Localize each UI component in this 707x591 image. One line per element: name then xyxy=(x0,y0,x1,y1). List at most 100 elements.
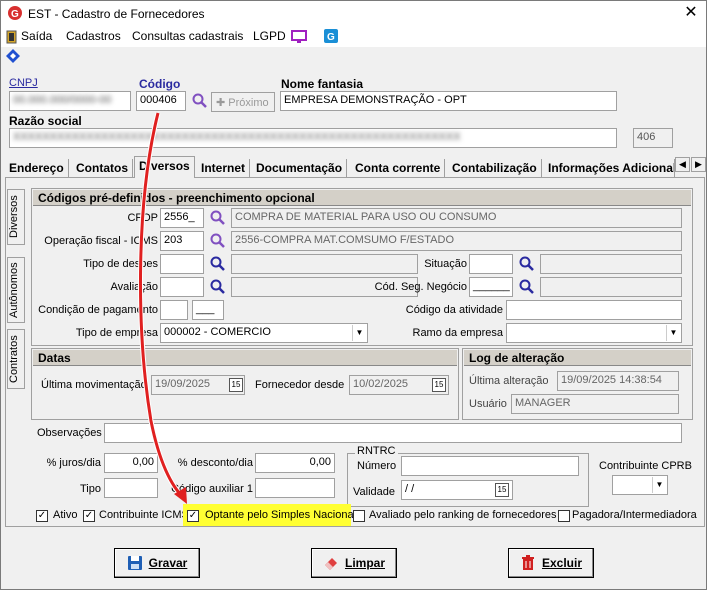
tab-documentacao[interactable]: Documentação xyxy=(252,159,348,179)
pagadora-checkbox[interactable] xyxy=(558,510,570,522)
tipo-despesa-desc xyxy=(231,254,418,274)
codigo-label: Código xyxy=(139,77,181,91)
ramo-label: Ramo da empresa xyxy=(412,327,504,339)
plus-icon: ✚ xyxy=(216,97,229,109)
optante-checkbox[interactable]: ✓ xyxy=(187,510,199,522)
chevron-down-icon[interactable]: ▼ xyxy=(652,477,666,493)
search-icon[interactable] xyxy=(519,256,535,272)
nome-fantasia-field[interactable]: EMPRESA DEMONSTRAÇÃO - OPT xyxy=(280,91,617,111)
diamond-icon[interactable] xyxy=(6,49,20,63)
svg-text:G: G xyxy=(11,9,19,20)
cod-ativ-field[interactable] xyxy=(506,300,682,320)
tab-internet[interactable]: Internet xyxy=(197,159,251,179)
excluir-button[interactable]: Excluir xyxy=(508,548,594,578)
tipo-field[interactable] xyxy=(104,478,158,498)
cond-pag-label: Condição de pagamento xyxy=(38,304,158,316)
optante-label: Optante pelo Simples Nacional xyxy=(205,509,357,521)
forn-desde-label: Fornecedor desde xyxy=(255,379,345,391)
close-button[interactable]: ✕ xyxy=(680,3,702,23)
search-icon[interactable] xyxy=(210,233,226,249)
search-icon[interactable] xyxy=(210,279,226,295)
desconto-label: % desconto/dia xyxy=(177,457,253,469)
tab-contabilizacao[interactable]: Contabilização xyxy=(448,159,542,179)
search-icon[interactable] xyxy=(192,93,208,109)
situacao-field[interactable] xyxy=(469,254,513,274)
ultima-alt-field: 19/09/2025 14:38:54 xyxy=(557,371,679,391)
ultima-mov-label: Última movimentação xyxy=(41,379,147,391)
cod-aux-field[interactable] xyxy=(255,478,335,498)
app-g-icon[interactable]: G xyxy=(324,29,338,43)
tipo-despesa-label: Tipo de despes xyxy=(83,258,158,270)
cod-aux-label: Código auxiliar 1 xyxy=(171,483,253,495)
trash-icon xyxy=(521,555,534,570)
proximo-button[interactable]: ✚ Próximo xyxy=(211,92,275,112)
tab-endereco[interactable]: Endereço xyxy=(5,159,69,179)
tipo-empresa-label: Tipo de empresa xyxy=(75,327,158,339)
search-icon[interactable] xyxy=(210,256,226,272)
monitor-icon[interactable] xyxy=(291,30,307,44)
tab-info-adicional[interactable]: Informações Adicional xyxy=(544,159,675,179)
tab-diversos[interactable]: Diversos xyxy=(134,156,195,179)
cond-pag-field[interactable] xyxy=(160,300,188,320)
calendar-icon[interactable]: 15 xyxy=(229,378,243,392)
eraser-icon xyxy=(324,558,337,570)
cfop-desc: COMPRA DE MATERIAL PARA USO OU CONSUMO xyxy=(231,208,682,228)
tipo-label: Tipo xyxy=(80,483,101,495)
side-tab-diversos[interactable]: Diversos xyxy=(7,189,25,245)
rntrc-numero-field[interactable] xyxy=(401,456,579,476)
ativo-checkbox[interactable]: ✓ xyxy=(36,510,48,522)
situacao-desc xyxy=(540,254,682,274)
log-title: Log de alteração xyxy=(464,350,691,366)
cond-pag-field-2[interactable]: ___ xyxy=(192,300,224,320)
calendar-icon[interactable]: 15 xyxy=(432,378,446,392)
calendar-icon[interactable]: 15 xyxy=(495,483,509,497)
situacao-label: Situação xyxy=(424,258,467,270)
svg-text:G: G xyxy=(327,32,335,43)
rntrc-numero-label: Número xyxy=(357,460,397,472)
tipo-despesa-field[interactable] xyxy=(160,254,204,274)
usuario-label: Usuário xyxy=(469,398,507,410)
chevron-down-icon[interactable]: ▼ xyxy=(352,325,366,341)
cfop-label: CFOP xyxy=(127,212,158,224)
juros-field[interactable]: 0,00 xyxy=(104,453,158,473)
ramo-select[interactable] xyxy=(506,323,682,343)
tab-scroll-right[interactable]: ▶ xyxy=(691,157,706,172)
avaliacao-field[interactable] xyxy=(160,277,204,297)
avaliacao-label: Avaliação xyxy=(110,281,159,293)
search-icon[interactable] xyxy=(519,279,535,295)
nome-fantasia-label: Nome fantasia xyxy=(281,77,364,91)
razao-social-field[interactable]: XXXXXXXXXXXXXXXXXXXXXXXXXXXXXXXXXXXXXXXX… xyxy=(9,128,617,148)
tab-contatos[interactable]: Contatos xyxy=(72,159,133,179)
opfiscal-field[interactable]: 203 xyxy=(160,231,204,251)
cnpj-field[interactable]: 00.000.000/0000-00 xyxy=(9,91,131,111)
cod-seg-field[interactable]: ______ xyxy=(469,277,513,297)
save-icon xyxy=(127,556,142,570)
codigo-field[interactable]: 000406 xyxy=(136,91,186,111)
tipo-empresa-select[interactable]: 000002 - COMERCIO xyxy=(160,323,368,343)
avaliado-checkbox[interactable] xyxy=(353,510,365,522)
datas-title: Datas xyxy=(33,350,457,366)
chevron-down-icon[interactable]: ▼ xyxy=(666,325,680,341)
menu-consultas[interactable]: Consultas cadastrais xyxy=(132,29,243,43)
tab-scroll-left[interactable]: ◀ xyxy=(675,157,690,172)
contribuinte-label: Contribuinte ICMS xyxy=(99,509,189,521)
cod-seg-desc xyxy=(540,277,682,297)
avaliado-label: Avaliado pelo ranking de fornecedores xyxy=(369,509,557,521)
menu-saida[interactable]: Saída xyxy=(21,29,52,43)
limpar-button[interactable]: Limpar xyxy=(311,548,397,578)
gravar-button[interactable]: Gravar xyxy=(114,548,200,578)
tab-conta-corrente[interactable]: Conta corrente xyxy=(351,159,446,179)
search-icon[interactable] xyxy=(210,210,226,226)
observacoes-field[interactable] xyxy=(104,423,682,443)
usuario-field: MANAGER xyxy=(511,394,679,414)
cfop-field[interactable]: 2556_ xyxy=(160,208,204,228)
contribuinte-checkbox[interactable]: ✓ xyxy=(83,510,95,522)
main-window: G EST - Cadastro de Fornecedores ✕ Saída… xyxy=(0,0,707,590)
menu-lgpd[interactable]: LGPD xyxy=(253,29,286,43)
desconto-field[interactable]: 0,00 xyxy=(255,453,335,473)
menu-cadastros[interactable]: Cadastros xyxy=(66,29,121,43)
side-tab-autonomos[interactable]: Autônomos xyxy=(7,257,25,323)
cnpj-label[interactable]: CNPJ xyxy=(9,77,38,89)
cprb-label: Contribuinte CPRB xyxy=(599,460,692,472)
side-tab-contratos[interactable]: Contratos xyxy=(7,329,25,389)
